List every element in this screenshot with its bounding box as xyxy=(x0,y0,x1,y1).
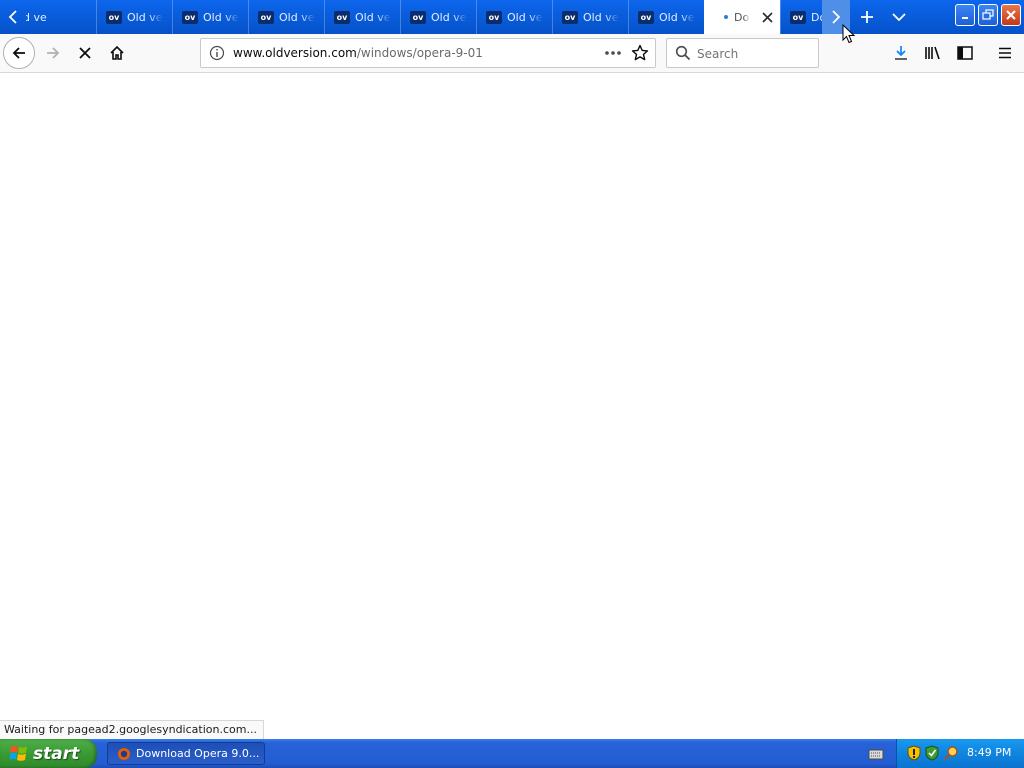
tab-label: d ve xyxy=(26,10,47,24)
tab-label: Old ve xyxy=(583,10,619,24)
taskbar-item-firefox[interactable]: Download Opera 9.0... xyxy=(107,742,265,765)
tab[interactable]: ov Old ve xyxy=(552,0,628,34)
close-icon xyxy=(762,11,773,23)
chevron-left-icon xyxy=(8,10,17,24)
tab-label: Old ve xyxy=(203,10,239,24)
tab[interactable]: ov Old ve xyxy=(400,0,476,34)
navigation-toolbar: www.oldversion.com/windows/opera-9-01 xyxy=(0,34,1024,73)
firefox-icon xyxy=(118,747,130,760)
tab-strip: d ve ov Old ve ov Old ve ov Old ve ov Old ve ov Ol… xyxy=(0,0,1024,34)
back-button[interactable] xyxy=(3,37,35,69)
restore-button[interactable] xyxy=(978,4,998,26)
close-window-button[interactable] xyxy=(1001,4,1021,26)
mouse-cursor-icon xyxy=(842,24,856,44)
sidebar-toggle-button[interactable] xyxy=(950,38,980,68)
shield-icon[interactable] xyxy=(907,745,921,761)
windows-taskbar: start Download Opera 9.0... 8:49 PM xyxy=(0,739,1024,768)
system-tray: 8:49 PM xyxy=(896,739,1024,768)
tab-favicon-icon: ov xyxy=(410,10,426,24)
tab-label: Do xyxy=(734,10,750,24)
more-dots-icon[interactable] xyxy=(603,45,623,61)
info-icon[interactable] xyxy=(209,45,225,61)
library-button[interactable] xyxy=(918,38,948,68)
tab-favicon-icon: ov xyxy=(562,10,578,24)
tab-close-button[interactable] xyxy=(762,11,773,23)
keyboard-icon[interactable] xyxy=(868,747,884,760)
tab-favicon-icon: ov xyxy=(486,10,502,24)
search-bar xyxy=(666,38,819,68)
tab[interactable]: ov Downl xyxy=(780,0,822,34)
taskbar-item-label: Download Opera 9.0... xyxy=(136,747,260,760)
download-icon xyxy=(895,46,907,60)
windows-logo-icon xyxy=(10,745,27,761)
list-all-tabs-button[interactable] xyxy=(888,6,910,28)
tab-label: Old ve xyxy=(431,10,467,24)
tab-favicon-icon: ov xyxy=(334,10,350,24)
tab[interactable]: ov Old ve xyxy=(324,0,400,34)
tab-scroll-left-button[interactable] xyxy=(0,0,26,34)
tab-label: Old ve xyxy=(507,10,543,24)
sidebar-icon xyxy=(957,46,973,60)
start-label: start xyxy=(33,743,80,764)
address-bar[interactable]: www.oldversion.com/windows/opera-9-01 xyxy=(200,38,656,68)
url-text[interactable]: www.oldversion.com/windows/opera-9-01 xyxy=(233,46,483,60)
tab-label: Old ve xyxy=(355,10,391,24)
forward-button[interactable] xyxy=(38,38,68,68)
status-panel: Waiting for pagead2.googlesyndication.co… xyxy=(0,720,264,740)
library-icon xyxy=(925,46,940,60)
home-button[interactable] xyxy=(102,38,132,68)
tab[interactable]: d ve xyxy=(26,0,96,34)
new-tab-button[interactable] xyxy=(856,6,878,28)
tab-label: Downl xyxy=(811,10,822,24)
hamburger-menu-icon xyxy=(999,47,1011,59)
search-input[interactable] xyxy=(695,44,817,64)
forward-arrow-icon xyxy=(47,47,60,59)
star-icon[interactable] xyxy=(631,44,649,62)
tab[interactable]: ov Old ve xyxy=(248,0,324,34)
close-icon xyxy=(1006,10,1016,20)
tab[interactable]: ov Old ve xyxy=(96,0,172,34)
url-host: www.oldversion.com xyxy=(233,46,357,60)
open-menu-button[interactable] xyxy=(990,38,1020,68)
start-button[interactable]: start xyxy=(0,739,97,768)
restore-icon xyxy=(982,9,994,20)
tab-label: Old ve xyxy=(279,10,315,24)
tab-favicon-icon: ov xyxy=(790,10,806,24)
tab-label: Old ve xyxy=(659,10,695,24)
tab-favicon-icon: ov xyxy=(258,10,274,24)
minimize-button[interactable] xyxy=(955,4,975,26)
clock: 8:49 PM xyxy=(967,746,1012,759)
tab-favicon-icon: ov xyxy=(106,10,122,24)
magnifier-icon[interactable] xyxy=(943,745,959,761)
tab-list: d ve ov Old ve ov Old ve ov Old ve ov Old ve ov Ol… xyxy=(26,0,822,34)
tab[interactable]: ov Old ve xyxy=(172,0,248,34)
page-content-area xyxy=(0,73,1024,738)
search-icon xyxy=(675,45,691,61)
tab-favicon-icon: ov xyxy=(182,10,198,24)
loading-indicator-icon xyxy=(724,15,728,19)
minimize-icon xyxy=(962,17,968,19)
tab-favicon-icon: ov xyxy=(638,10,654,24)
chevron-right-icon xyxy=(832,10,841,24)
tab[interactable]: ov Old ve xyxy=(628,0,704,34)
stop-icon xyxy=(79,47,91,59)
downloads-button[interactable] xyxy=(886,38,916,68)
url-path: /windows/opera-9-01 xyxy=(356,46,483,60)
chevron-down-icon xyxy=(892,13,906,22)
network-icon[interactable] xyxy=(925,745,939,761)
back-arrow-icon xyxy=(12,47,25,59)
tab[interactable]: ov Old ve xyxy=(476,0,552,34)
stop-button[interactable] xyxy=(70,38,100,68)
tab-active[interactable]: Do xyxy=(704,0,780,34)
tab-label: Old ve xyxy=(127,10,163,24)
plus-icon xyxy=(861,11,873,23)
home-icon xyxy=(110,45,124,60)
